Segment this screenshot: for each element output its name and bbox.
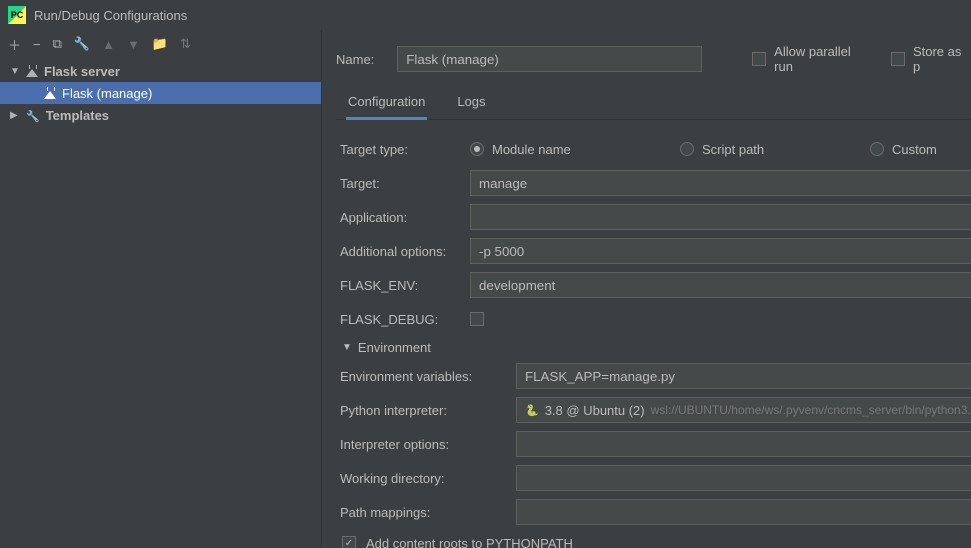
pycharm-logo-icon: PC [8, 6, 26, 24]
working-dir-input[interactable] [516, 465, 971, 491]
radio-module-name[interactable]: Module name [470, 142, 680, 157]
wrench-icon [26, 108, 40, 123]
chevron-right-icon: ▶ [10, 110, 20, 121]
interp-options-input[interactable] [516, 431, 971, 457]
radio-script-path[interactable]: Script path [680, 142, 870, 157]
radio-custom[interactable]: Custom [870, 142, 937, 157]
checkbox-label: Allow parallel run [774, 44, 871, 74]
target-input[interactable] [470, 170, 971, 196]
down-icon[interactable]: ▼ [127, 37, 140, 52]
toolbar: ＋ − ⧉ 🔧 ▲ ▼ 📁 ⇅ [0, 30, 321, 58]
radio-icon [470, 142, 484, 156]
add-content-roots-checkbox[interactable]: Add content roots to PYTHONPATH [336, 529, 971, 548]
up-icon[interactable]: ▲ [102, 37, 115, 52]
name-input[interactable] [397, 46, 702, 72]
path-mappings-label: Path mappings: [340, 505, 516, 520]
radio-icon [870, 142, 884, 156]
allow-parallel-run-checkbox[interactable]: Allow parallel run [752, 44, 871, 74]
tree-group-templates[interactable]: ▶ Templates [0, 104, 321, 126]
copy-icon[interactable]: ⧉ [53, 36, 62, 52]
name-label: Name: [336, 52, 381, 67]
radio-label: Custom [892, 142, 937, 157]
interpreter-label: Python interpreter: [340, 403, 516, 418]
interpreter-name: 3.8 @ Ubuntu (2) [545, 403, 645, 418]
tabs: Configuration Logs [336, 88, 971, 120]
tab-configuration[interactable]: Configuration [346, 88, 427, 120]
checkbox-icon [342, 536, 356, 548]
environment-section-header[interactable]: ▼ Environment [336, 336, 971, 359]
checkbox-label: Store as p [913, 44, 971, 74]
python-icon: 🐍 [525, 404, 539, 417]
application-label: Application: [340, 210, 470, 225]
titlebar: PC Run/Debug Configurations [0, 0, 971, 30]
tree-group-flask-server[interactable]: ▼ Flask server [0, 60, 321, 82]
target-label: Target: [340, 176, 470, 191]
flask-debug-label: FLASK_DEBUG: [340, 312, 470, 327]
flask-icon [26, 65, 38, 77]
tab-logs[interactable]: Logs [455, 88, 487, 119]
add-icon[interactable]: ＋ [8, 35, 21, 54]
path-mappings-input[interactable] [516, 499, 971, 525]
section-label: Environment [358, 340, 431, 355]
additional-options-label: Additional options: [340, 244, 470, 259]
flask-debug-checkbox[interactable] [470, 312, 484, 326]
application-input[interactable] [470, 204, 971, 230]
window-title: Run/Debug Configurations [34, 8, 187, 23]
config-form: Target type: Module name Script path Cus… [336, 120, 971, 548]
interp-options-label: Interpreter options: [340, 437, 516, 452]
left-pane: ＋ − ⧉ 🔧 ▲ ▼ 📁 ⇅ ▼ Flask server Flask (ma… [0, 30, 322, 548]
checkbox-label: Add content roots to PYTHONPATH [366, 536, 573, 548]
checkbox-icon [891, 52, 905, 66]
checkbox-icon [752, 52, 766, 66]
tree-group-label: Flask server [44, 64, 120, 79]
target-type-label: Target type: [340, 142, 470, 157]
tree-group-label: Templates [46, 108, 109, 123]
flask-env-input[interactable] [470, 272, 971, 298]
right-pane: Name: Allow parallel run Store as p Conf… [322, 30, 971, 548]
config-tree: ▼ Flask server Flask (manage) ▶ Template… [0, 58, 321, 548]
tree-item-flask-manage[interactable]: Flask (manage) [0, 82, 321, 104]
remove-icon[interactable]: − [33, 37, 41, 52]
radio-label: Module name [492, 142, 571, 157]
interpreter-path: wsl://UBUNTU/home/ws/.pyvenv/cncms_serve… [651, 403, 971, 417]
radio-icon [680, 142, 694, 156]
env-vars-label: Environment variables: [340, 369, 516, 384]
flask-icon [44, 87, 56, 99]
sort-icon[interactable]: ⇅ [180, 36, 191, 52]
radio-label: Script path [702, 142, 764, 157]
working-dir-label: Working directory: [340, 471, 516, 486]
tree-item-label: Flask (manage) [62, 86, 152, 101]
chevron-down-icon: ▼ [10, 66, 20, 77]
folder-icon[interactable]: 📁 [152, 36, 168, 52]
chevron-down-icon: ▼ [342, 342, 352, 353]
store-as-checkbox[interactable]: Store as p [891, 44, 971, 74]
additional-options-input[interactable] [470, 238, 971, 264]
env-vars-input[interactable] [516, 363, 971, 389]
flask-env-label: FLASK_ENV: [340, 278, 470, 293]
wrench-icon[interactable]: 🔧 [74, 36, 90, 52]
interpreter-select[interactable]: 🐍 3.8 @ Ubuntu (2) wsl://UBUNTU/home/ws/… [516, 397, 971, 423]
